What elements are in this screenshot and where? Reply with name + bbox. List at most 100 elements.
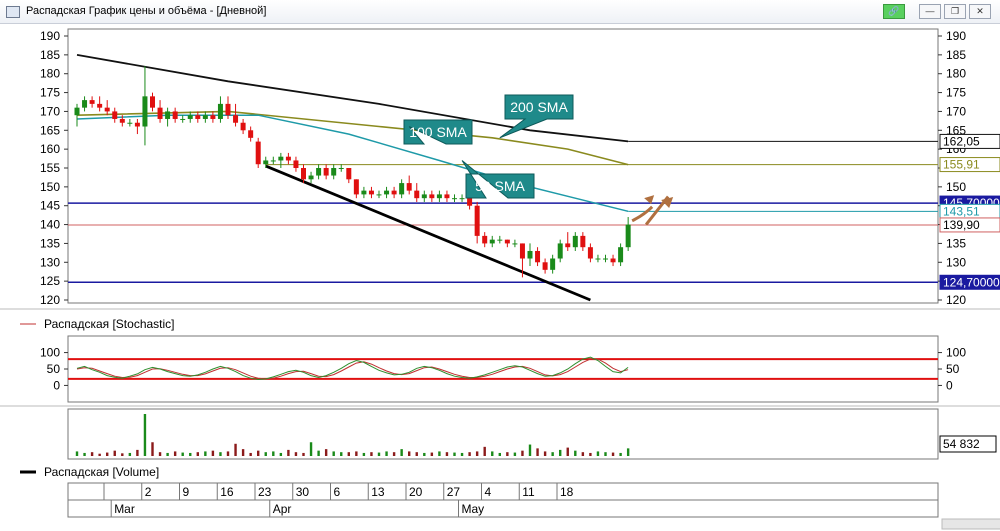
volume-bar — [566, 447, 569, 456]
date-day-label: 23 — [258, 485, 272, 499]
close-button[interactable]: ✕ — [969, 4, 991, 19]
volume-bar — [453, 452, 456, 456]
y-tick-label-right: 170 — [946, 104, 966, 118]
volume-bar — [581, 452, 585, 456]
candle-down — [233, 115, 239, 123]
y-tick-label-left: 145 — [40, 199, 60, 213]
volume-bar — [430, 452, 434, 456]
candle-up — [452, 198, 457, 200]
candle-down — [565, 243, 571, 248]
candle-up — [142, 96, 148, 127]
candle-up — [263, 160, 269, 165]
stochastic-y-label-left: 100 — [40, 346, 60, 360]
volume-bar — [196, 452, 199, 456]
date-day-label: 6 — [334, 485, 341, 499]
candle-up — [316, 168, 322, 176]
volume-bar — [234, 443, 237, 456]
volume-bar — [181, 452, 184, 456]
candle-down — [172, 111, 178, 119]
volume-bar — [309, 442, 313, 456]
volume-bar — [143, 414, 147, 456]
window-title: Распадская График цены и объёма - [Дневн… — [26, 5, 267, 17]
stochastic-y-label-left: 50 — [47, 362, 61, 376]
volume-bar — [90, 452, 94, 456]
volume-bar — [189, 452, 192, 456]
volume-title: Распадская [Volume] — [44, 465, 159, 479]
volume-bar — [317, 450, 320, 456]
candle-up — [399, 183, 405, 195]
maximize-button[interactable]: ❐ — [944, 4, 966, 19]
candle-up — [187, 115, 193, 119]
volume-bar — [362, 452, 366, 456]
candle-down — [504, 239, 510, 244]
volume-bar — [332, 451, 335, 456]
candle-down — [414, 190, 420, 199]
volume-bar — [121, 453, 124, 456]
status-bar-box — [941, 518, 1000, 530]
price-marker-label: 155,91 — [943, 158, 980, 172]
minimize-button[interactable]: — — [919, 4, 941, 19]
volume-bar — [475, 451, 479, 456]
y-tick-label-left: 185 — [40, 48, 60, 62]
candle-down — [293, 160, 299, 168]
volume-bar — [279, 452, 283, 456]
candle-up — [625, 224, 631, 248]
candle-down — [210, 115, 216, 119]
title-bar: Распадская График цены и объёма - [Дневн… — [0, 0, 1000, 24]
stochastic-y-label-right: 100 — [946, 346, 966, 360]
date-day-label: 27 — [447, 485, 461, 499]
y-tick-label-right: 175 — [946, 86, 966, 100]
volume-bar — [226, 451, 230, 456]
candle-up — [595, 258, 601, 260]
candle-down — [587, 247, 593, 259]
volume-bar — [340, 452, 343, 456]
volume-bar — [347, 452, 350, 456]
volume-bar — [460, 452, 464, 456]
volume-bar — [423, 452, 426, 456]
candle-up — [202, 115, 208, 119]
candle-down — [240, 122, 246, 131]
chart-area[interactable]: 1201201251251301301351351401401451451501… — [0, 24, 1000, 531]
volume-bar — [75, 451, 79, 456]
volume-bar — [438, 451, 441, 456]
candle-down — [150, 96, 155, 108]
candle-up — [180, 118, 186, 120]
date-day-label: 20 — [409, 485, 423, 499]
sma-callout-label: 50 SMA — [475, 178, 525, 194]
volume-bar — [302, 452, 305, 456]
volume-bar — [287, 449, 290, 456]
volume-bar — [211, 450, 215, 456]
y-tick-label-right: 135 — [946, 236, 966, 250]
candle-up — [278, 156, 284, 161]
volume-bar — [249, 452, 252, 456]
volume-bar — [98, 453, 101, 456]
date-day-label: 30 — [296, 485, 310, 499]
volume-bar — [611, 452, 615, 456]
y-tick-label-right: 190 — [946, 29, 966, 43]
volume-bar — [400, 449, 403, 456]
candle-down — [368, 190, 374, 195]
candle-down — [195, 115, 201, 119]
candle-up — [618, 247, 624, 263]
volume-bar — [324, 449, 328, 456]
candle-up — [331, 168, 337, 176]
y-tick-label-left: 160 — [40, 142, 60, 156]
volume-bar — [626, 448, 630, 456]
link-icon[interactable]: 🔗 — [883, 4, 905, 19]
candle-up — [603, 258, 608, 260]
volume-bar — [385, 451, 388, 456]
price-marker-label: 143,51 — [943, 204, 980, 218]
volume-bar — [506, 452, 509, 456]
volume-bar — [596, 451, 600, 456]
candle-down — [467, 198, 473, 206]
volume-bar — [468, 452, 471, 456]
volume-bar — [521, 450, 524, 456]
candle-up — [436, 194, 442, 199]
candle-up — [459, 198, 465, 200]
app-window-icon — [6, 6, 20, 18]
candle-down — [346, 168, 352, 180]
volume-value-label: 54 832 — [943, 437, 980, 451]
volume-bar — [543, 451, 547, 456]
candle-up — [384, 190, 390, 195]
candle-up — [497, 239, 503, 241]
